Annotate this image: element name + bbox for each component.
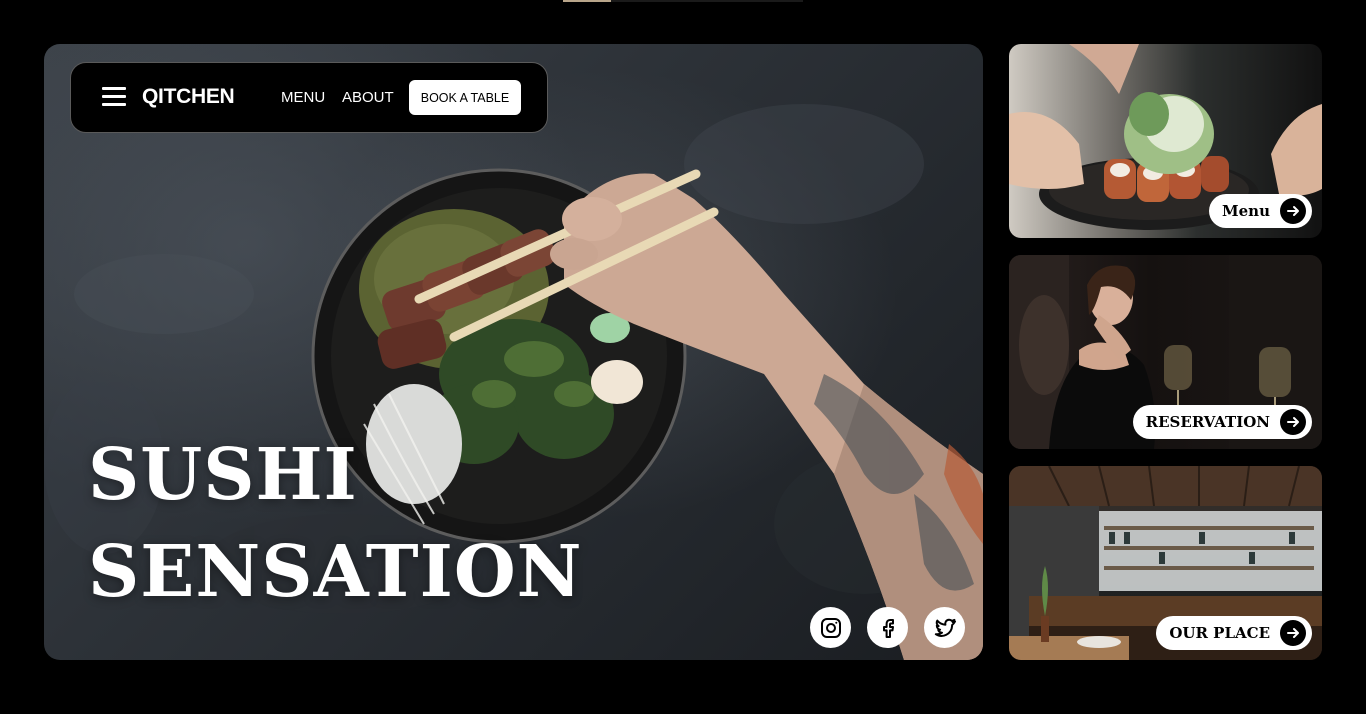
reservation-card-label: RESERVATION xyxy=(1145,413,1270,431)
our-place-card-label: OUR PLACE xyxy=(1169,624,1270,642)
nav-link-menu[interactable]: MENU xyxy=(281,89,325,106)
our-place-card-button[interactable]: OUR PLACE xyxy=(1156,616,1312,650)
instagram-icon xyxy=(820,617,841,638)
arrow-right-icon xyxy=(1280,409,1306,435)
instagram-button[interactable] xyxy=(810,607,851,648)
menu-card[interactable]: Menu xyxy=(1009,44,1322,238)
nav-link-about[interactable]: ABOUT xyxy=(342,89,394,106)
twitter-button[interactable] xyxy=(924,607,965,648)
arrow-right-icon xyxy=(1280,198,1306,224)
facebook-icon xyxy=(882,618,894,638)
reservation-card[interactable]: RESERVATION xyxy=(1009,255,1322,449)
reservation-card-button[interactable]: RESERVATION xyxy=(1132,405,1312,439)
brand-logo[interactable]: QITCHEN xyxy=(142,85,235,109)
facebook-button[interactable] xyxy=(867,607,908,648)
menu-card-button[interactable]: Menu xyxy=(1209,194,1312,228)
hero-section: QITCHEN MENU ABOUT BOOK A TABLE SUSHI SE… xyxy=(44,44,983,660)
twitter-icon xyxy=(934,618,956,637)
book-a-table-button[interactable]: BOOK A TABLE xyxy=(409,80,521,115)
arrow-right-icon xyxy=(1280,620,1306,646)
top-navbar: QITCHEN MENU ABOUT BOOK A TABLE xyxy=(70,62,548,133)
menu-card-label: Menu xyxy=(1222,202,1270,220)
our-place-card[interactable]: OUR PLACE xyxy=(1009,466,1322,660)
hero-title: SUSHI SENSATION xyxy=(88,426,583,620)
hero-title-line-1: SUSHI xyxy=(88,432,358,516)
hero-title-line-2: SENSATION xyxy=(88,529,583,613)
page-loading-bar xyxy=(563,0,803,2)
hamburger-menu-icon[interactable] xyxy=(102,87,126,107)
loading-bar-fill xyxy=(563,0,611,2)
